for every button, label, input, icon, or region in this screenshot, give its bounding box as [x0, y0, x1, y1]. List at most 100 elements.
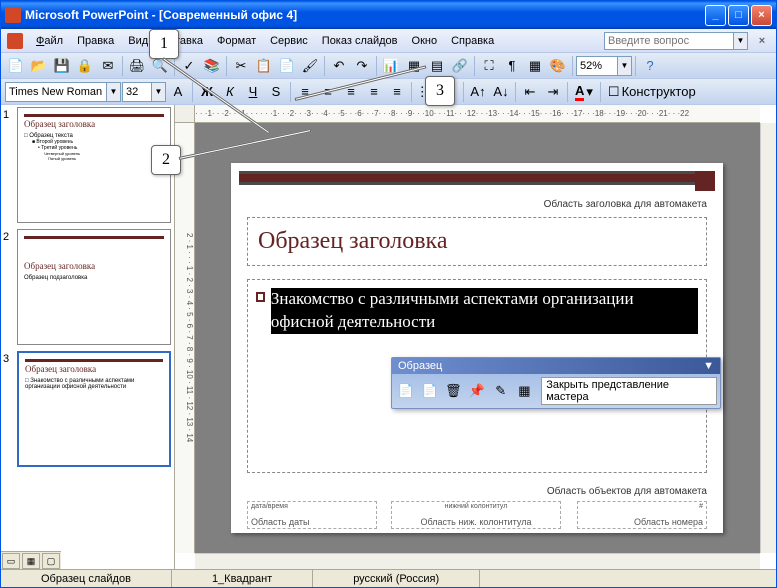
menu-slideshow[interactable]: Показ слайдов: [315, 33, 405, 49]
font-name-combo[interactable]: ▼: [5, 82, 121, 102]
thumb-number: 2: [3, 229, 17, 345]
font-name-input[interactable]: [6, 83, 106, 101]
statusbar: Образец слайдов 1_Квадрант русский (Росс…: [1, 569, 776, 587]
font-size-input[interactable]: [123, 83, 151, 101]
email-icon[interactable]: ✉: [97, 55, 119, 77]
menu-window[interactable]: Окно: [405, 33, 445, 49]
number-placeholder[interactable]: #Область номера: [577, 501, 707, 529]
footer-placeholder[interactable]: нижний колонтитулОбласть ниж. колонтитул…: [391, 501, 561, 529]
callout-3: 3: [425, 76, 455, 106]
research-icon[interactable]: 📚: [201, 55, 223, 77]
close-master-button[interactable]: Закрыть представление мастера: [541, 377, 717, 405]
expand-icon[interactable]: ⛶: [478, 55, 500, 77]
title-placeholder[interactable]: Образец заголовка: [247, 217, 707, 266]
menu-help[interactable]: Справка: [444, 33, 501, 49]
master-layout-icon[interactable]: ▦: [514, 380, 536, 402]
ruler-corner: [175, 105, 195, 123]
hyperlink-icon[interactable]: 🔗: [449, 55, 471, 77]
shadow-icon[interactable]: S: [265, 81, 287, 103]
menu-format[interactable]: Формат: [210, 33, 263, 49]
object-area-label: Область объектов для автомакета: [547, 486, 707, 497]
save-icon[interactable]: 💾: [51, 55, 73, 77]
formatting-toolbar: ▼ ▼ A Ж К Ч S ≡ ≡ ≡ ≡ ≡ ⋮≡ •≡ A↑ A↓ ⇤ ⇥ …: [1, 79, 776, 105]
status-language[interactable]: русский (Россия): [313, 570, 480, 587]
open-icon[interactable]: 📂: [28, 55, 50, 77]
titlebar: Microsoft PowerPoint - [Современный офис…: [1, 1, 776, 29]
menu-edit[interactable]: Правка: [70, 33, 121, 49]
ruler-vertical[interactable]: 2 · 1 · · · 1 · 2 · 3 · 4 · 5 · 6 · 7 · …: [175, 123, 195, 553]
redo-icon[interactable]: ↷: [351, 55, 373, 77]
maximize-button[interactable]: □: [728, 5, 749, 26]
scrollbar-vertical[interactable]: [760, 123, 776, 553]
font-dec-icon[interactable]: A: [167, 81, 189, 103]
inc-indent-icon[interactable]: ⇥: [542, 81, 564, 103]
sorter-view-icon[interactable]: ▦: [22, 553, 40, 569]
menu-tools[interactable]: Сервис: [263, 33, 315, 49]
rename-master-icon[interactable]: ✎: [490, 380, 512, 402]
copy-icon[interactable]: 📋: [253, 55, 275, 77]
menubar: ФФайлайл Правка Вид Вставка Формат Серви…: [1, 29, 776, 53]
view-buttons: ▭ ▦ ▢: [1, 551, 61, 569]
master-toolbar-title: Образец: [398, 360, 442, 372]
dec-font-icon[interactable]: A↓: [490, 81, 512, 103]
status-design: 1_Квадрант: [172, 570, 313, 587]
preserve-master-icon[interactable]: 📌: [466, 380, 488, 402]
window-title: Microsoft PowerPoint - [Современный офис…: [25, 8, 705, 22]
master-toolbar-dropdown-icon[interactable]: ▼: [703, 360, 714, 372]
new-title-master-icon[interactable]: 📄: [419, 380, 441, 402]
color-icon[interactable]: 🎨: [547, 55, 569, 77]
tables-borders-icon[interactable]: ▤: [426, 55, 448, 77]
distributed-icon[interactable]: ≡: [386, 81, 408, 103]
thumbnail-3[interactable]: Образец заголовка □ Знакомство с различн…: [17, 351, 171, 467]
date-placeholder[interactable]: дата/времяОбласть даты: [247, 501, 377, 529]
format-painter-icon[interactable]: 🖌: [299, 55, 321, 77]
thumbnail-1[interactable]: Образец заголовка □ Образец текста ■ Вто…: [17, 107, 171, 223]
close-button[interactable]: ×: [751, 5, 772, 26]
font-size-combo[interactable]: ▼: [122, 82, 166, 102]
document-icon[interactable]: [7, 33, 23, 49]
permission-icon[interactable]: 🔒: [74, 55, 96, 77]
new-slide-master-icon[interactable]: 📄: [395, 380, 417, 402]
dec-indent-icon[interactable]: ⇤: [519, 81, 541, 103]
underline-icon[interactable]: Ч: [242, 81, 264, 103]
thumbnail-2[interactable]: Образец заголовка Образец подзаголовка: [17, 229, 171, 345]
slideshow-view-icon[interactable]: ▢: [42, 553, 60, 569]
inc-font-icon[interactable]: A↑: [467, 81, 489, 103]
new-icon[interactable]: 📄: [5, 55, 27, 77]
font-color-icon[interactable]: A ▾: [571, 81, 597, 103]
help-search-input[interactable]: [604, 32, 734, 50]
zoom-combo[interactable]: ▼: [576, 56, 632, 76]
delete-master-icon[interactable]: 🗑: [442, 380, 464, 402]
selected-text[interactable]: Знакомство с различными аспектами органи…: [271, 288, 698, 334]
menu-file[interactable]: ФФайлайл: [29, 33, 70, 49]
thumb-number: 3: [3, 351, 17, 467]
designer-button[interactable]: ☐ Конструктор: [604, 81, 700, 103]
help-icon[interactable]: ?: [639, 55, 661, 77]
scrollbar-horizontal[interactable]: [195, 553, 760, 569]
slide[interactable]: Область заголовка для автомакета Образец…: [231, 163, 723, 533]
justify-icon[interactable]: ≡: [363, 81, 385, 103]
master-toolbar[interactable]: Образец ▼ 📄 📄 🗑 📌 ✎ ▦ Закрыть представлен…: [391, 357, 721, 409]
ruler-horizontal[interactable]: · · ·1· · ·2· · ·1· · · · · ·1· · ·2· · …: [195, 105, 760, 123]
app-icon: [5, 7, 21, 23]
show-format-icon[interactable]: ¶: [501, 55, 523, 77]
cut-icon[interactable]: ✂: [230, 55, 252, 77]
editor-area: · · ·1· · ·2· · ·1· · · · · ·1· · ·2· · …: [175, 105, 776, 569]
slide-canvas[interactable]: Область заголовка для автомакета Образец…: [195, 123, 760, 553]
minimize-button[interactable]: _: [705, 5, 726, 26]
print-icon[interactable]: 🖨: [126, 55, 148, 77]
callout-1: 1: [149, 29, 179, 59]
grid-icon[interactable]: ▦: [524, 55, 546, 77]
help-dropdown[interactable]: ▼: [734, 32, 748, 50]
zoom-input[interactable]: [577, 57, 617, 75]
callout-2: 2: [151, 145, 181, 175]
title-area-label: Область заголовка для автомакета: [544, 199, 707, 210]
bullet-icon: [256, 292, 265, 302]
thumb-number: 1: [3, 107, 17, 223]
status-left: Образец слайдов: [1, 570, 172, 587]
undo-icon[interactable]: ↶: [328, 55, 350, 77]
thumbnail-pane[interactable]: 1 Образец заголовка □ Образец текста ■ В…: [1, 105, 175, 569]
paste-icon[interactable]: 📄: [276, 55, 298, 77]
normal-view-icon[interactable]: ▭: [2, 553, 20, 569]
mdi-close-button[interactable]: ×: [754, 33, 770, 49]
